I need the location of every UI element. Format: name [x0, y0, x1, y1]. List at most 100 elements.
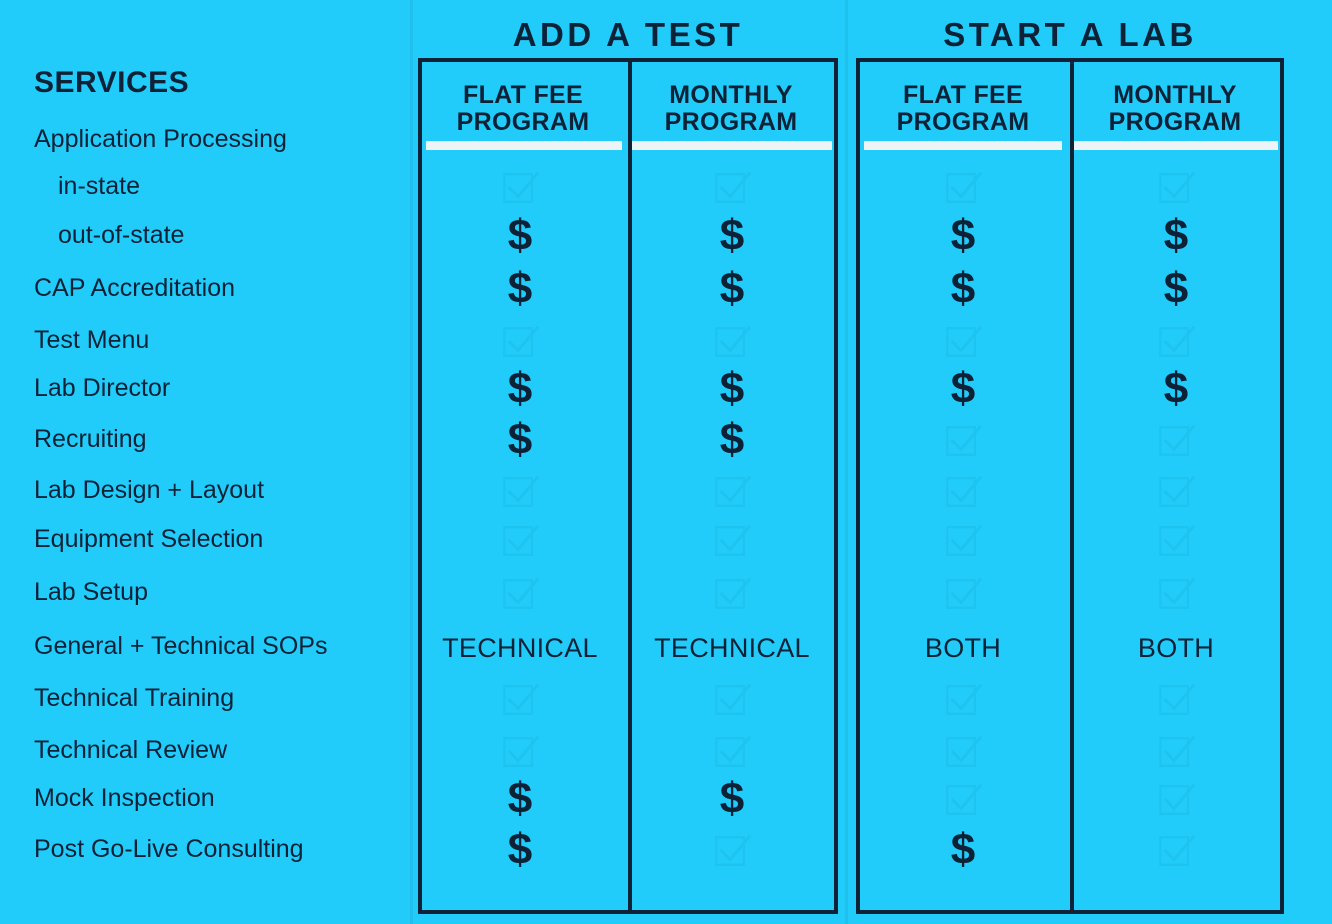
dollar-icon: $	[507, 264, 533, 313]
matrix-cell	[1076, 422, 1276, 460]
dollar-icon: $	[507, 825, 533, 874]
service-label: Recruiting	[34, 425, 147, 453]
column-header-rule	[426, 141, 622, 150]
check-icon	[501, 169, 539, 207]
cell-text: BOTH	[1137, 633, 1215, 663]
matrix-cell	[863, 781, 1063, 819]
matrix-cell	[1076, 575, 1276, 613]
check-icon	[944, 781, 982, 819]
column-header-add-a-test-monthly: MONTHLY PROGRAM	[628, 62, 834, 136]
matrix-cell	[1076, 522, 1276, 560]
matrix-cell: $	[420, 418, 620, 462]
dollar-icon: $	[719, 364, 745, 413]
service-label: Equipment Selection	[34, 525, 264, 553]
service-label: Technical Review	[34, 736, 228, 764]
check-icon	[501, 473, 539, 511]
check-icon	[501, 681, 539, 719]
column-header-line2: PROGRAM	[896, 108, 1030, 136]
check-icon	[944, 575, 982, 613]
cell-text: BOTH	[924, 633, 1002, 663]
matrix-cell: $	[863, 267, 1063, 311]
column-header-line1: MONTHLY	[1113, 81, 1237, 109]
group-title-add-a-test: ADD A TEST	[512, 16, 744, 53]
check-icon	[713, 681, 751, 719]
check-icon	[713, 323, 751, 361]
column-header-start-a-lab-flat-fee: FLAT FEE PROGRAM	[860, 62, 1066, 136]
matrix-cell	[632, 473, 832, 511]
check-icon	[1157, 681, 1195, 719]
matrix-cell	[632, 169, 832, 207]
check-icon	[1157, 473, 1195, 511]
service-label: out-of-state	[58, 221, 185, 249]
check-icon	[944, 473, 982, 511]
service-label: in-state	[58, 172, 140, 200]
check-icon	[1157, 422, 1195, 460]
services-heading: SERVICES	[34, 66, 190, 99]
check-icon	[713, 522, 751, 560]
matrix-cell	[632, 733, 832, 771]
matrix-cell: BOTH	[1076, 635, 1276, 662]
column-header-rule	[864, 141, 1062, 150]
dollar-icon: $	[1163, 264, 1189, 313]
check-icon	[713, 832, 751, 870]
column-header-line1: FLAT FEE	[463, 81, 583, 109]
matrix-cell	[1076, 832, 1276, 870]
column-divider	[1070, 62, 1074, 910]
dollar-icon: $	[950, 264, 976, 313]
matrix-cell	[632, 681, 832, 719]
matrix-cell: $	[632, 267, 832, 311]
check-icon	[1157, 781, 1195, 819]
matrix-cell	[1076, 323, 1276, 361]
matrix-cell	[420, 575, 620, 613]
matrix-cell	[632, 832, 832, 870]
check-icon	[944, 681, 982, 719]
matrix-cell: $	[420, 777, 620, 821]
matrix-cell	[632, 323, 832, 361]
service-label: CAP Accreditation	[34, 274, 236, 302]
matrix-cell	[1076, 681, 1276, 719]
column-header-line2: PROGRAM	[664, 108, 798, 136]
matrix-cell: $	[632, 777, 832, 821]
matrix-cell: $	[863, 214, 1063, 258]
matrix-cell	[863, 522, 1063, 560]
matrix-cell	[420, 681, 620, 719]
check-icon	[1157, 522, 1195, 560]
dollar-icon: $	[950, 211, 976, 260]
matrix-cell: $	[632, 367, 832, 411]
dollar-icon: $	[507, 364, 533, 413]
check-icon	[501, 522, 539, 560]
check-icon	[713, 169, 751, 207]
matrix-cell	[420, 169, 620, 207]
matrix-cell: $	[420, 267, 620, 311]
matrix-cell: $	[632, 214, 832, 258]
dollar-icon: $	[1163, 364, 1189, 413]
matrix-cell	[1076, 473, 1276, 511]
matrix-cell: BOTH	[863, 635, 1063, 662]
check-icon	[944, 522, 982, 560]
matrix-cell	[863, 169, 1063, 207]
service-label: Test Menu	[34, 326, 150, 354]
check-icon	[944, 422, 982, 460]
column-header-add-a-test-flat-fee: FLAT FEE PROGRAM	[422, 62, 624, 136]
column-header-rule	[1074, 141, 1278, 150]
matrix-cell	[420, 323, 620, 361]
dollar-icon: $	[1163, 211, 1189, 260]
dollar-icon: $	[719, 774, 745, 823]
check-icon	[944, 169, 982, 207]
service-label: Technical Training	[34, 684, 235, 712]
service-label: Lab Design + Layout	[34, 476, 265, 504]
matrix-cell	[863, 733, 1063, 771]
matrix-cell: $	[1076, 267, 1276, 311]
column-header-line2: PROGRAM	[456, 108, 590, 136]
check-icon	[713, 733, 751, 771]
matrix-cell: $	[1076, 214, 1276, 258]
service-label: Post Go-Live Consulting	[34, 835, 304, 863]
matrix-cell	[1076, 733, 1276, 771]
matrix-cell: $	[420, 367, 620, 411]
matrix-cell: $	[863, 828, 1063, 872]
dollar-icon: $	[719, 211, 745, 260]
check-icon	[501, 575, 539, 613]
column-header-line1: FLAT FEE	[903, 81, 1023, 109]
dollar-icon: $	[950, 364, 976, 413]
matrix-cell	[1076, 781, 1276, 819]
